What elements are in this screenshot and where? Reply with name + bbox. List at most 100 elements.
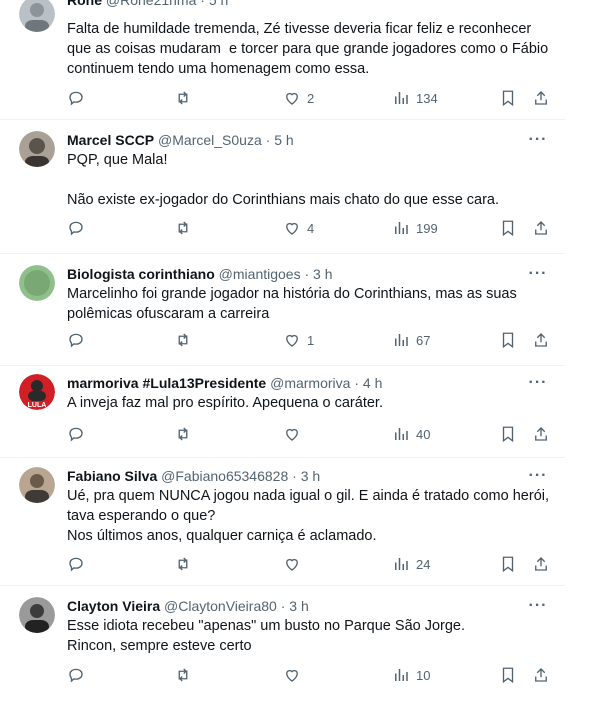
views-button[interactable]: 67 [392, 329, 430, 351]
bookmark-button[interactable] [499, 423, 517, 445]
separator-dot: · [280, 598, 286, 614]
handle[interactable]: @marmoriva [270, 375, 350, 391]
timestamp[interactable]: 3 h [301, 468, 320, 484]
bookmark-button[interactable] [499, 217, 517, 239]
like-button[interactable]: 1 [283, 329, 314, 351]
reply-button[interactable] [67, 423, 91, 445]
views-button[interactable]: 199 [392, 217, 438, 239]
reply-button[interactable] [67, 664, 91, 686]
views-button[interactable]: 10 [392, 664, 430, 686]
bookmark-button[interactable] [499, 87, 517, 109]
tweet-text-content: Ué, pra quem NUNCA jogou nada igual o gi… [67, 488, 550, 544]
views-button[interactable]: 40 [392, 423, 430, 445]
view-count: 24 [416, 556, 431, 572]
timestamp[interactable]: 5 h [209, 0, 228, 8]
avatar[interactable] [19, 467, 55, 503]
tweet[interactable]: Biologista corinthiano @miantigoes · 3 h… [0, 253, 565, 366]
tweet-text: Marcelinho foi grande jogador na históri… [67, 284, 517, 324]
more-options-button[interactable]: ··· [525, 131, 551, 151]
display-name[interactable]: Biologista corinthiano [67, 266, 215, 282]
tweet[interactable]: Clayton Vieira @ClaytonVieira80 · 3 h ··… [0, 585, 565, 706]
like-button[interactable]: 4 [283, 217, 314, 239]
heart-icon [286, 222, 298, 235]
heart-icon [286, 92, 298, 105]
handle[interactable]: @ClaytonVieira80 [164, 598, 277, 614]
reply-button[interactable] [67, 329, 91, 351]
avatar[interactable] [19, 131, 55, 167]
heart-icon [286, 334, 298, 347]
retweet-icon [178, 557, 188, 571]
handle[interactable]: @miantigoes [219, 266, 301, 282]
reply-icon [69, 427, 83, 442]
like-button[interactable] [283, 664, 307, 686]
display-name[interactable]: Fabiano Silva [67, 468, 157, 484]
share-button[interactable] [532, 664, 550, 686]
reply-button[interactable] [67, 217, 91, 239]
reply-button[interactable] [67, 553, 91, 575]
avatar[interactable]: LULA [19, 374, 55, 410]
display-name[interactable]: Rone [67, 0, 102, 8]
heart-icon [286, 428, 298, 441]
tweet-actions: 2 134 [67, 87, 557, 109]
share-button[interactable] [532, 217, 550, 239]
timestamp[interactable]: 3 h [289, 598, 308, 614]
like-button[interactable] [283, 553, 307, 575]
tweet[interactable]: Rone @Rone21rima · 5 h Falta de humildad… [0, 0, 565, 120]
more-options-button[interactable]: ··· [525, 467, 551, 487]
retweet-button[interactable] [174, 87, 198, 109]
retweet-icon [178, 91, 188, 105]
tweet-header: Rone @Rone21rima · 5 h [67, 0, 228, 9]
more-options-button[interactable]: ··· [525, 597, 551, 617]
handle[interactable]: @Marcel_S0uza [158, 132, 262, 148]
display-name[interactable]: Clayton Vieira [67, 598, 160, 614]
tweet-actions: 1 67 [67, 329, 557, 351]
more-options-button[interactable]: ··· [525, 374, 551, 394]
views-icon [395, 669, 408, 681]
display-name[interactable]: marmoriva #Lula13Presidente [67, 375, 266, 391]
display-name[interactable]: Marcel SCCP [67, 132, 154, 148]
retweet-button[interactable] [174, 217, 198, 239]
reply-icon [69, 221, 83, 236]
tweet-header: Marcel SCCP @Marcel_S0uza · 5 h [67, 131, 294, 149]
views-button[interactable]: 134 [392, 87, 438, 109]
bookmark-icon [502, 332, 514, 349]
retweet-button[interactable] [174, 553, 198, 575]
share-button[interactable] [532, 329, 550, 351]
avatar[interactable] [19, 0, 55, 32]
share-button[interactable] [532, 423, 550, 445]
views-icon [395, 428, 408, 440]
avatar[interactable] [19, 265, 55, 301]
bookmark-button[interactable] [499, 329, 517, 351]
separator-dot: · [292, 468, 297, 484]
share-icon [535, 427, 547, 441]
avatar[interactable] [19, 597, 55, 633]
tweet[interactable]: LULA marmoriva #Lula13Presidente @marmor… [0, 365, 565, 458]
bookmark-button[interactable] [499, 553, 517, 575]
bookmark-icon [502, 220, 514, 237]
retweet-button[interactable] [174, 423, 198, 445]
bookmark-button[interactable] [499, 664, 517, 686]
share-icon [535, 333, 547, 347]
views-button[interactable]: 24 [392, 553, 430, 575]
retweet-button[interactable] [174, 664, 198, 686]
reply-button[interactable] [67, 87, 91, 109]
retweet-icon [178, 668, 188, 682]
tweet[interactable]: Fabiano Silva @Fabiano65346828 · 3 h ···… [0, 457, 565, 586]
heart-icon [286, 669, 298, 682]
share-button[interactable] [532, 553, 550, 575]
like-button[interactable] [283, 423, 307, 445]
tweet-text-content: A inveja faz mal pro espírito. Apequena … [67, 395, 383, 411]
timestamp[interactable]: 3 h [313, 266, 332, 282]
tweet-header: marmoriva #Lula13Presidente @marmoriva ·… [67, 374, 382, 392]
handle[interactable]: @Fabiano65346828 [161, 468, 288, 484]
share-button[interactable] [532, 87, 550, 109]
views-icon [395, 92, 408, 104]
more-options-button[interactable]: ··· [525, 265, 551, 285]
tweet[interactable]: Marcel SCCP @Marcel_S0uza · 5 h ··· PQP,… [0, 119, 565, 254]
heart-icon [286, 558, 298, 571]
retweet-button[interactable] [174, 329, 198, 351]
timestamp[interactable]: 5 h [274, 132, 293, 148]
timestamp[interactable]: 4 h [363, 375, 382, 391]
like-button[interactable]: 2 [283, 87, 314, 109]
handle[interactable]: @Rone21rima [106, 0, 196, 8]
